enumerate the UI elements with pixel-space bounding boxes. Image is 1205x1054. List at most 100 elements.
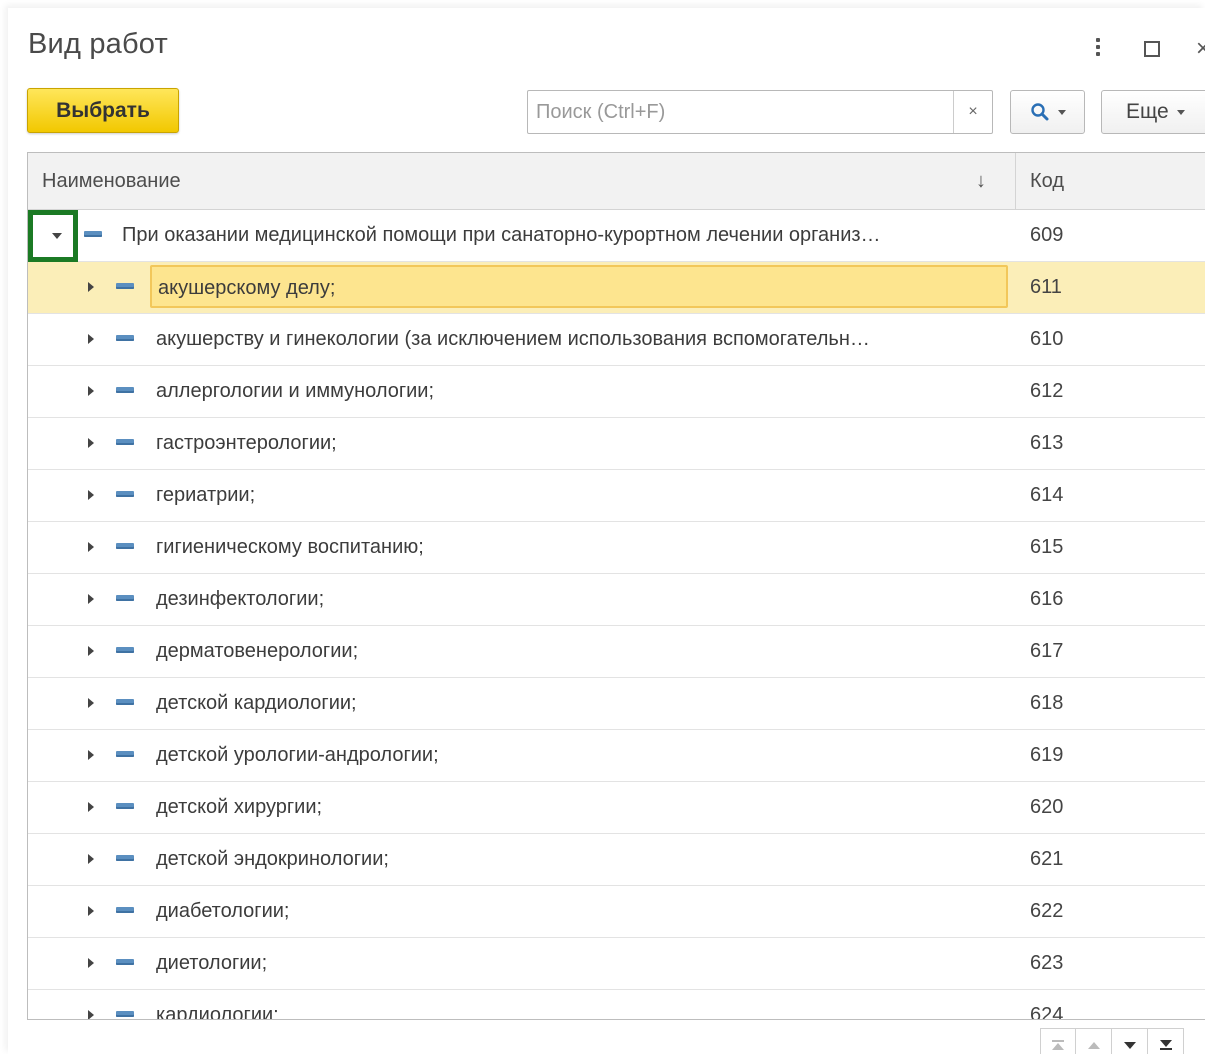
row-code: 611 bbox=[1030, 276, 1062, 298]
folder-icon bbox=[116, 959, 134, 965]
chevron-down-icon bbox=[1176, 109, 1185, 115]
row-code: 620 bbox=[1030, 796, 1064, 818]
folder-icon bbox=[116, 491, 134, 497]
row-code: 621 bbox=[1030, 848, 1064, 870]
column-header-code[interactable]: Код bbox=[1030, 153, 1064, 209]
scroll-down-icon[interactable] bbox=[1112, 1028, 1148, 1054]
table-row[interactable]: детской кардиологии; 618 bbox=[28, 678, 1205, 730]
table-row[interactable]: гериатрии; 614 bbox=[28, 470, 1205, 522]
dialog-window: Вид работ × Выбрать × Еще Наименование ↓… bbox=[8, 8, 1205, 1054]
table-row[interactable]: акушерскому делу; 611 bbox=[28, 262, 1205, 314]
name-cell[interactable]: аллергологии и иммунологии; bbox=[28, 366, 1016, 417]
table-header: Наименование ↓ Код bbox=[28, 153, 1205, 210]
name-cell[interactable]: диетологии; bbox=[28, 938, 1016, 989]
sort-descending-icon[interactable]: ↓ bbox=[976, 153, 986, 209]
expand-arrow-icon[interactable] bbox=[88, 490, 94, 500]
folder-icon bbox=[116, 647, 134, 653]
search-box: × bbox=[527, 90, 993, 134]
expand-arrow-icon[interactable] bbox=[88, 698, 94, 708]
name-cell[interactable]: детской урологии-андрологии; bbox=[28, 730, 1016, 781]
name-cell[interactable]: гигиеническому воспитанию; bbox=[28, 522, 1016, 573]
go-last-icon[interactable] bbox=[1148, 1028, 1184, 1054]
row-code: 612 bbox=[1030, 380, 1064, 402]
expand-arrow-icon[interactable] bbox=[88, 438, 94, 448]
expand-arrow-icon[interactable] bbox=[88, 802, 94, 812]
row-name: гериатрии; bbox=[156, 484, 256, 506]
table-row[interactable]: дезинфектологии; 616 bbox=[28, 574, 1205, 626]
table-row[interactable]: акушерству и гинекологии (за исключением… bbox=[28, 314, 1205, 366]
close-icon[interactable]: × bbox=[1196, 36, 1205, 62]
name-cell[interactable]: детской кардиологии; bbox=[28, 678, 1016, 729]
expand-arrow-icon[interactable] bbox=[88, 750, 94, 760]
row-code: 609 bbox=[1030, 224, 1064, 246]
expand-arrow-icon[interactable] bbox=[88, 1010, 94, 1019]
row-code: 623 bbox=[1030, 952, 1064, 974]
folder-icon bbox=[116, 751, 134, 757]
row-code: 622 bbox=[1030, 900, 1064, 922]
search-button[interactable] bbox=[1010, 90, 1085, 134]
table-row[interactable]: гастроэнтерологии; 613 bbox=[28, 418, 1205, 470]
expand-arrow-icon[interactable] bbox=[88, 958, 94, 968]
name-cell[interactable]: При оказании медицинской помощи при сана… bbox=[28, 210, 1016, 262]
search-input[interactable] bbox=[528, 91, 954, 133]
folder-icon bbox=[84, 231, 102, 237]
name-cell[interactable]: гастроэнтерологии; bbox=[28, 418, 1016, 469]
go-first-icon[interactable] bbox=[1040, 1028, 1076, 1054]
table-row[interactable]: кардиологии; 624 bbox=[28, 990, 1205, 1020]
table-row[interactable]: аллергологии и иммунологии; 612 bbox=[28, 366, 1205, 418]
expand-arrow-icon[interactable] bbox=[88, 386, 94, 396]
work-types-table: Наименование ↓ Код При оказании медицинс… bbox=[27, 152, 1205, 1020]
expand-arrow-icon[interactable] bbox=[88, 282, 94, 292]
scroll-up-icon[interactable] bbox=[1076, 1028, 1112, 1054]
column-header-name[interactable]: Наименование bbox=[28, 153, 1016, 209]
table-row[interactable]: детской эндокринологии; 621 bbox=[28, 834, 1205, 886]
expand-arrow-icon[interactable] bbox=[88, 906, 94, 916]
expand-arrow-icon[interactable] bbox=[88, 542, 94, 552]
expand-arrow-icon[interactable] bbox=[88, 594, 94, 604]
folder-icon bbox=[116, 387, 134, 393]
expand-arrow-icon[interactable] bbox=[88, 854, 94, 864]
clear-search-icon[interactable]: × bbox=[953, 91, 992, 133]
table-row[interactable]: гигиеническому воспитанию; 615 bbox=[28, 522, 1205, 574]
table-navigation bbox=[1040, 1028, 1184, 1054]
maximize-icon[interactable] bbox=[1144, 41, 1160, 57]
expand-arrow-icon[interactable] bbox=[88, 646, 94, 656]
row-name: детской хирургии; bbox=[156, 796, 323, 818]
row-code: 613 bbox=[1030, 432, 1064, 454]
table-row[interactable]: диабетологии; 622 bbox=[28, 886, 1205, 938]
name-cell[interactable]: дерматовенерологии; bbox=[28, 626, 1016, 677]
more-button[interactable]: Еще bbox=[1101, 90, 1205, 134]
table-row[interactable]: диетологии; 623 bbox=[28, 938, 1205, 990]
more-actions-icon[interactable] bbox=[1090, 34, 1106, 60]
row-code: 614 bbox=[1030, 484, 1064, 506]
table-row[interactable]: детской урологии-андрологии; 619 bbox=[28, 730, 1205, 782]
row-name: дезинфектологии; bbox=[156, 588, 325, 610]
folder-icon bbox=[116, 803, 134, 809]
name-cell[interactable]: кардиологии; bbox=[28, 990, 1016, 1019]
row-name: диетологии; bbox=[156, 952, 268, 974]
more-button-label: Еще bbox=[1126, 100, 1169, 123]
name-cell[interactable]: диабетологии; bbox=[28, 886, 1016, 937]
row-code: 615 bbox=[1030, 536, 1064, 558]
name-cell[interactable]: дезинфектологии; bbox=[28, 574, 1016, 625]
folder-icon bbox=[116, 335, 134, 341]
folder-icon bbox=[116, 283, 134, 289]
table-row[interactable]: При оказании медицинской помощи при сана… bbox=[28, 210, 1205, 262]
row-name: детской эндокринологии; bbox=[156, 848, 389, 870]
name-cell[interactable]: акушерству и гинекологии (за исключением… bbox=[28, 314, 1016, 365]
name-cell[interactable]: детской эндокринологии; bbox=[28, 834, 1016, 885]
table-row[interactable]: детской хирургии; 620 bbox=[28, 782, 1205, 834]
table-row[interactable]: дерматовенерологии; 617 bbox=[28, 626, 1205, 678]
column-header-name-label: Наименование bbox=[42, 170, 181, 192]
folder-icon bbox=[116, 595, 134, 601]
folder-icon bbox=[116, 699, 134, 705]
folder-icon bbox=[116, 907, 134, 913]
row-code: 624 bbox=[1030, 1004, 1064, 1020]
select-button[interactable]: Выбрать bbox=[27, 88, 179, 133]
row-code: 616 bbox=[1030, 588, 1064, 610]
name-cell[interactable]: акушерскому делу; bbox=[28, 262, 1016, 313]
expand-arrow-icon[interactable] bbox=[88, 334, 94, 344]
row-name: детской кардиологии; bbox=[156, 692, 357, 714]
name-cell[interactable]: гериатрии; bbox=[28, 470, 1016, 521]
name-cell[interactable]: детской хирургии; bbox=[28, 782, 1016, 833]
